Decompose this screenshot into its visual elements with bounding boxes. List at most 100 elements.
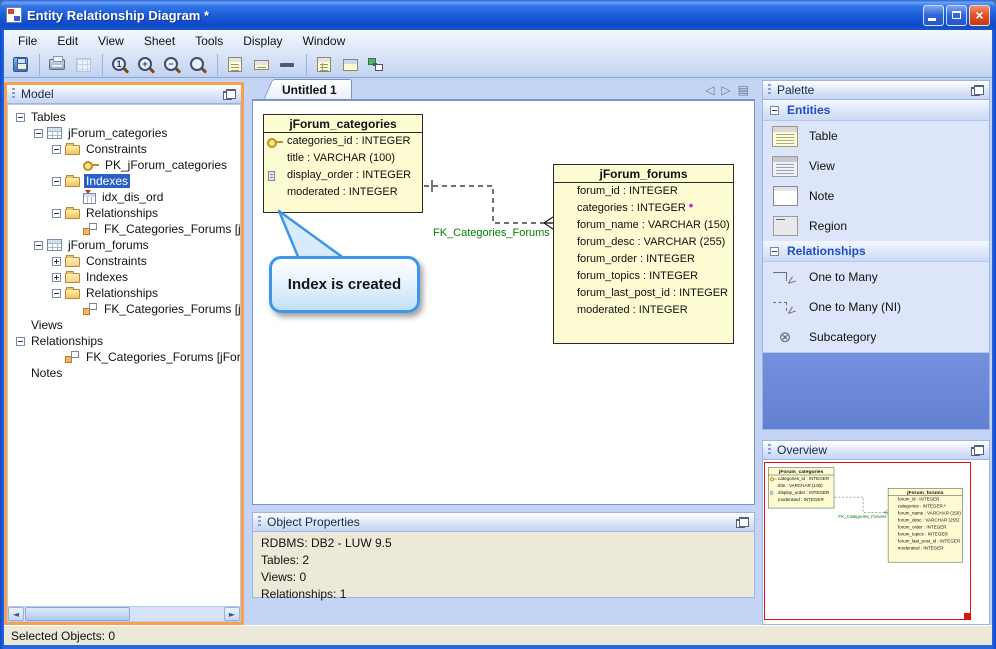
relationship-label[interactable]: FK_Categories_Forums [433,227,550,239]
grid-button[interactable] [71,54,95,76]
tree-item[interactable]: Constraints [8,141,240,157]
tree-item[interactable]: Relationships [8,285,240,301]
save-button[interactable] [8,54,32,76]
view-compact-button[interactable] [249,54,273,76]
tree-expander-icon[interactable] [16,336,25,346]
palette-item[interactable]: Table [763,121,989,151]
palette-item[interactable]: View [763,151,989,181]
float-panel-icon[interactable] [223,88,236,100]
tree-item[interactable]: Relationships [8,205,240,221]
tab-untitled-1[interactable]: Untitled 1 [274,79,352,99]
collapse-icon[interactable] [770,105,779,115]
auto-layout-button[interactable] [364,54,388,76]
entity-column-row[interactable]: title : VARCHAR (100) [264,150,422,167]
float-panel-icon[interactable] [971,444,984,456]
tree-item[interactable]: Tables [8,109,240,125]
palette-header[interactable]: Palette [763,81,989,100]
tree-item[interactable]: idx_dis_ord [8,189,240,205]
model-panel-header[interactable]: Model [7,85,241,104]
tree-expander-icon[interactable] [34,240,43,250]
entity-column-row[interactable]: forum_name : VARCHAR (150) [554,217,733,234]
tree-item[interactable]: Views [8,317,240,333]
title-bar[interactable]: Entity Relationship Diagram * × [0,0,996,30]
tab-next-icon[interactable]: ▷ [721,83,730,97]
tree-item[interactable]: jForum_forums [8,237,240,253]
tree-item[interactable]: Relationships [8,333,240,349]
menu-item[interactable]: View [88,31,134,51]
tree-expander-icon[interactable] [52,144,61,154]
entity-column-row[interactable]: forum_desc : VARCHAR (255) [554,234,733,251]
overview-viewport-rect[interactable] [764,462,971,620]
entity-column-row[interactable]: forum_topics : INTEGER [554,268,733,285]
menu-item[interactable]: Tools [185,31,233,51]
close-button[interactable]: × [969,4,990,26]
minimize-button[interactable] [923,4,944,26]
tree-expander-icon[interactable] [52,176,61,186]
tree-expander-icon[interactable] [52,272,61,282]
entity-column-row[interactable]: moderated : INTEGER [554,302,733,319]
entity-column-row[interactable]: display_order : INTEGER [264,167,422,184]
entity-column-row[interactable]: forum_last_post_id : INTEGER [554,285,733,302]
tree-item[interactable]: Notes [8,365,240,381]
callout-bubble[interactable]: Index is created [269,256,420,313]
tree-expander-icon[interactable] [52,256,61,266]
scroll-right-icon[interactable]: ► [224,607,240,621]
tree-item[interactable]: Indexes [8,173,240,189]
collapse-icon[interactable] [770,246,779,256]
zoom-actual-button[interactable] [102,53,132,76]
tree-item[interactable]: PK_jForum_categories [8,157,240,173]
maximize-button[interactable] [946,4,967,26]
overview-header[interactable]: Overview [763,441,989,460]
panel-grip-icon[interactable] [258,516,261,528]
entities-section-header[interactable]: Entities [763,100,989,121]
show-columns-button[interactable] [306,53,336,76]
tree-item[interactable]: FK_Categories_Forums [jFo [8,221,240,237]
panel-grip-icon[interactable] [12,88,15,100]
menu-item[interactable]: Sheet [134,31,185,51]
tree-expander-icon[interactable] [34,128,43,138]
entity-table-jforum-categories[interactable]: jForum_categories categories_id : INTEGE… [263,114,423,213]
show-entity-button[interactable] [338,54,362,76]
palette-item[interactable]: Subcategory [763,322,989,352]
entity-column-row[interactable]: categories_id : INTEGER [264,133,422,150]
entity-column-row[interactable]: forum_order : INTEGER [554,251,733,268]
overview-canvas[interactable]: jForum_categories categories_id : INTEGE… [763,460,989,624]
entity-column-row[interactable]: forum_id : INTEGER [554,183,733,200]
menu-item[interactable]: Display [233,31,292,51]
entity-column-row[interactable]: moderated : INTEGER [264,184,422,201]
zoom-out-button[interactable] [160,54,184,76]
menu-item[interactable]: File [8,31,47,51]
tree-expander-icon[interactable] [16,112,25,122]
tree-item[interactable]: Constraints [8,253,240,269]
float-panel-icon[interactable] [971,84,984,96]
overview-viewport-handle[interactable] [964,613,971,620]
relationships-section-header[interactable]: Relationships [763,241,989,262]
tab-list-icon[interactable]: ▤ [738,83,749,97]
zoom-in-button[interactable] [134,54,158,76]
zoom-tool-button[interactable] [186,54,210,76]
model-horizontal-scrollbar[interactable]: ◄ ► [7,606,241,622]
menu-item[interactable]: Edit [47,31,88,51]
panel-grip-icon[interactable] [768,84,771,96]
palette-item[interactable]: One to Many (NI) [763,292,989,322]
object-properties-header[interactable]: Object Properties [253,513,754,532]
diagram-canvas[interactable]: jForum_categories categories_id : INTEGE… [252,100,755,505]
tree-item[interactable]: FK_Categories_Forums [jForum_ca [8,349,240,365]
palette-item[interactable]: One to Many [763,262,989,292]
tree-item[interactable]: jForum_categories [8,125,240,141]
palette-item[interactable]: Note [763,181,989,211]
float-panel-icon[interactable] [736,516,749,528]
view-detailed-button[interactable] [217,53,247,76]
entity-column-row[interactable]: categories : INTEGER * [554,200,733,217]
tree-item[interactable]: FK_Categories_Forums [jFo [8,301,240,317]
tree-expander-icon[interactable] [52,288,61,298]
palette-item[interactable]: Region [763,211,989,241]
view-minimal-button[interactable] [275,54,299,76]
entity-table-jforum-forums[interactable]: jForum_forums forum_id : INTEGER categor… [553,164,734,344]
tree-item[interactable]: Indexes [8,269,240,285]
tree-expander-icon[interactable] [52,208,61,218]
scroll-left-icon[interactable]: ◄ [8,607,24,621]
menu-item[interactable]: Window [293,31,356,51]
scrollbar-thumb[interactable] [25,607,130,621]
print-button[interactable] [39,53,69,76]
